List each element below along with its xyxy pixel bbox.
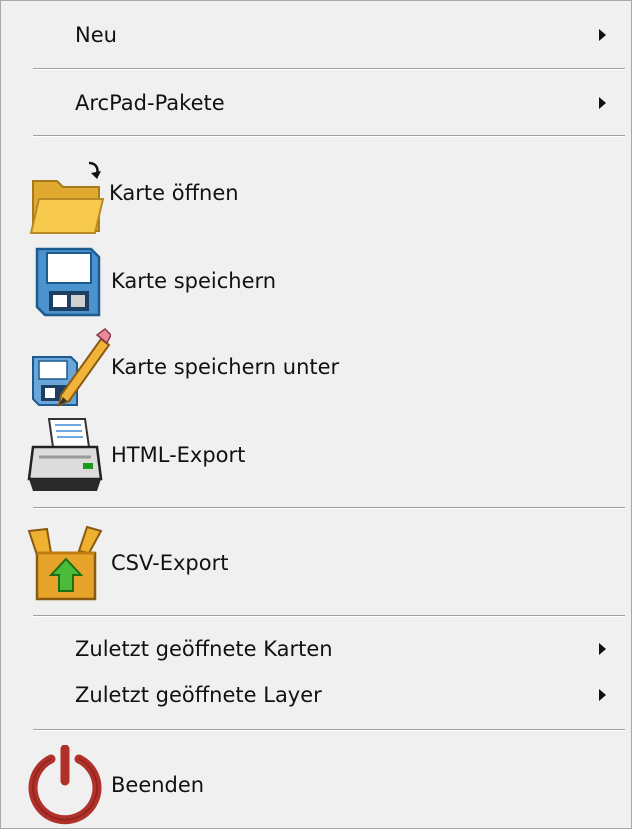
submenu-arrow-icon: [599, 689, 606, 701]
menu-item-save-map[interactable]: Karte speichern: [1, 239, 631, 323]
menu-item-exit[interactable]: Beenden: [1, 741, 631, 825]
menu-separator: [33, 507, 625, 509]
power-icon: [28, 745, 102, 825]
menu-item-recent-maps[interactable]: Zuletzt geöffnete Karten: [1, 629, 631, 669]
menu-item-csv-export[interactable]: CSV-Export: [1, 521, 631, 605]
printer-icon: [27, 418, 103, 491]
menu-item-label: HTML-Export: [111, 443, 246, 467]
submenu-arrow-icon: [599, 29, 606, 41]
menu-item-label: ArcPad-Pakete: [75, 91, 225, 115]
menu-item-new[interactable]: Neu: [1, 15, 631, 55]
file-menu: Neu ArcPad-Pakete Karte öffnen Karte spe…: [0, 0, 632, 829]
menu-item-label: Beenden: [111, 773, 205, 797]
open-folder-icon: [29, 161, 105, 234]
menu-separator: [33, 615, 625, 617]
menu-separator: [33, 729, 625, 731]
menu-item-save-map-as[interactable]: Karte speichern unter: [1, 325, 631, 411]
menu-item-label: Neu: [75, 23, 117, 47]
menu-item-label: Karte speichern: [111, 269, 277, 293]
menu-item-label: Karte speichern unter: [111, 355, 340, 379]
menu-item-label: CSV-Export: [111, 551, 229, 575]
menu-item-label: Zuletzt geöffnete Karten: [75, 637, 333, 661]
menu-separator: [33, 68, 625, 70]
submenu-arrow-icon: [599, 643, 606, 655]
menu-item-label: Zuletzt geöffnete Layer: [75, 683, 322, 707]
menu-item-recent-layers[interactable]: Zuletzt geöffnete Layer: [1, 675, 631, 715]
menu-item-arcpad-packages[interactable]: ArcPad-Pakete: [1, 83, 631, 123]
floppy-pencil-icon: [32, 328, 111, 407]
menu-item-open-map[interactable]: Karte öffnen: [1, 151, 631, 235]
menu-separator: [33, 135, 625, 137]
submenu-arrow-icon: [599, 97, 606, 109]
menu-item-label: Karte öffnen: [109, 181, 239, 205]
menu-item-html-export[interactable]: HTML-Export: [1, 413, 631, 497]
box-export-icon: [27, 525, 103, 601]
floppy-disk-icon: [35, 247, 101, 317]
